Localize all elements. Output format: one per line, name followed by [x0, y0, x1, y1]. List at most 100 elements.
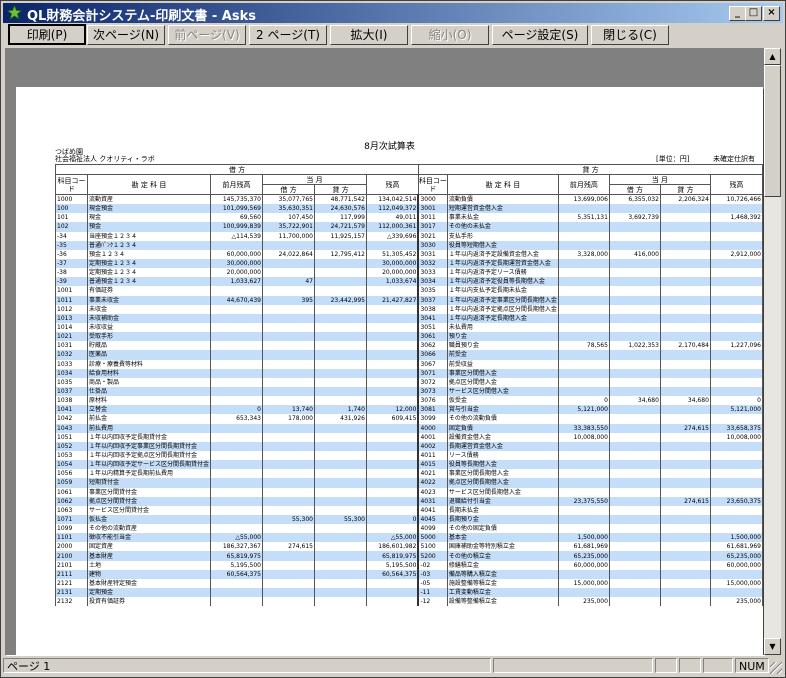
table-cell: 1,033,627: [210, 277, 263, 287]
table-cell: [608, 551, 661, 561]
table-cell: [261, 588, 315, 598]
maximize-button[interactable]: □: [745, 6, 762, 21]
table-cell: [557, 286, 610, 296]
table-cell: 立替金: [86, 405, 212, 415]
table-cell: 395: [261, 295, 315, 305]
table-cell: [557, 204, 610, 214]
table-cell: １年以内返済予定役員等長期借入金: [446, 277, 559, 287]
preview-area[interactable]: 8月次試算表 つばめ園 社会福祉法人 クオリティ・ラボ [単位：円] 未確定仕訳…: [5, 48, 765, 656]
table-cell: 賞与引当金: [446, 405, 559, 415]
table-row: 1012 未収金 3038 １年以内返済予定拠点区分間長期借入金: [55, 304, 764, 314]
table-cell: 60,000,000: [210, 249, 263, 259]
table-cell: 1032: [55, 350, 88, 360]
zoom-out-button[interactable]: 縮小(O): [411, 25, 489, 45]
table-cell: [557, 460, 610, 470]
table-cell: [709, 377, 764, 387]
col-debit-right: 借 方: [608, 184, 661, 195]
table-cell: 431,926: [313, 414, 367, 424]
table-cell: 1056: [55, 469, 88, 479]
table-cell: [365, 450, 420, 461]
table-cell: 前払費用: [86, 423, 212, 433]
table-cell: 1012: [55, 304, 88, 314]
table-row: 1042 前払金 653,343 178,000 431,926 609,415 3099 そ…: [55, 414, 764, 424]
table-row: -35 普通ﾊﾞﾝｸ１２３４ 3030 役員等短期借入金: [55, 240, 764, 250]
table-cell: [313, 396, 367, 406]
page-setup-button[interactable]: ページ設定(S): [492, 25, 588, 45]
vertical-scrollbar[interactable]: ▲ ▼: [764, 48, 781, 655]
table-cell: [659, 469, 711, 479]
table-cell: [659, 231, 711, 241]
table-cell: [608, 222, 661, 232]
table-cell: 1062: [55, 496, 88, 506]
table-cell: 役員等短期借入金: [446, 240, 559, 250]
table-cell: 30,000,000: [210, 258, 263, 269]
table-cell: [210, 368, 263, 378]
table-cell: [709, 487, 764, 497]
title-bar[interactable]: QL財務会計システム-印刷文書 - Asks _ □ ×: [3, 3, 783, 24]
table-cell: [210, 240, 263, 250]
table-cell: 3062: [417, 341, 448, 351]
table-cell: [659, 249, 711, 259]
table-cell: [313, 560, 367, 570]
table-row: 1033 診療・療養費等材料 3067 前受収益: [55, 359, 764, 369]
zoom-in-button[interactable]: 拡大(I): [330, 25, 408, 45]
unit-label: [単位：円]: [656, 155, 690, 163]
table-cell: [557, 258, 610, 269]
table-cell: [313, 533, 367, 543]
table-cell: -34: [55, 231, 88, 241]
table-cell: [261, 258, 315, 269]
table-cell: [608, 277, 661, 287]
table-cell: [365, 396, 420, 406]
table-cell: 長期未払金: [446, 505, 559, 515]
table-cell: [210, 578, 263, 589]
table-cell: 流動資産: [86, 194, 212, 205]
table-cell: [608, 478, 661, 488]
table-cell: [557, 295, 610, 305]
table-cell: 設備資金借入金: [446, 432, 559, 442]
table-cell: [210, 423, 263, 433]
table-cell: 102: [55, 222, 88, 232]
scroll-down-button[interactable]: ▼: [764, 638, 781, 655]
table-cell: 1034: [55, 368, 88, 378]
table-cell: 長期預り金: [446, 514, 559, 525]
table-cell: [659, 588, 711, 598]
table-cell: 未収補助金: [86, 313, 212, 323]
table-cell: [709, 231, 764, 241]
col-bal-right: 残高: [709, 174, 764, 195]
table-cell: [557, 487, 610, 497]
table-cell: [608, 240, 661, 250]
table-cell: 35,722,901: [261, 222, 315, 232]
table-cell: [659, 414, 711, 424]
table-row: 1059 短期貸付金 4022 拠点区分間長期借入金: [55, 478, 764, 488]
table-cell: 3061: [417, 332, 448, 342]
table-cell: [659, 542, 711, 552]
close-icon: ×: [767, 7, 776, 18]
close-window-button[interactable]: ×: [763, 6, 780, 21]
table-row: 2101 土地 5,195,500 5,195,500 -02 修繕積立金 60,000,0…: [55, 560, 764, 570]
scroll-up-button[interactable]: ▲: [764, 48, 781, 65]
scroll-thumb[interactable]: [764, 65, 781, 197]
page-indicator: ページ 1: [3, 658, 491, 673]
table-cell: 2131: [55, 588, 88, 598]
print-button[interactable]: 印刷(P): [8, 24, 86, 45]
table-cell: 1031: [55, 341, 88, 351]
resize-grip[interactable]: [770, 662, 782, 674]
close-preview-button[interactable]: 閉じる(C): [591, 25, 669, 45]
table-cell: [608, 258, 661, 269]
table-cell: 4021: [417, 469, 448, 479]
table-cell: 5,351,131: [557, 213, 610, 223]
next-page-button[interactable]: 次ページ(N): [87, 25, 165, 45]
two-page-button[interactable]: 2 ページ(T): [249, 25, 327, 45]
table-cell: 35,077,765: [261, 194, 315, 205]
table-cell: 受取手形: [86, 332, 212, 342]
table-cell: 4022: [417, 478, 448, 488]
table-cell: 短期運営資金借入金: [446, 204, 559, 214]
table-cell: 前払金: [86, 414, 212, 424]
prev-page-button[interactable]: 前ページ(V): [168, 25, 246, 45]
table-cell: [709, 588, 764, 598]
minimize-button[interactable]: _: [729, 6, 746, 21]
table-row: -37 定期預金１２３４ 30,000,000 30,000,000 3032 １年以内返…: [55, 258, 764, 269]
table-cell: [210, 441, 263, 451]
table-cell: 5,195,500: [210, 560, 263, 570]
table-cell: 修繕積立金: [446, 560, 559, 570]
